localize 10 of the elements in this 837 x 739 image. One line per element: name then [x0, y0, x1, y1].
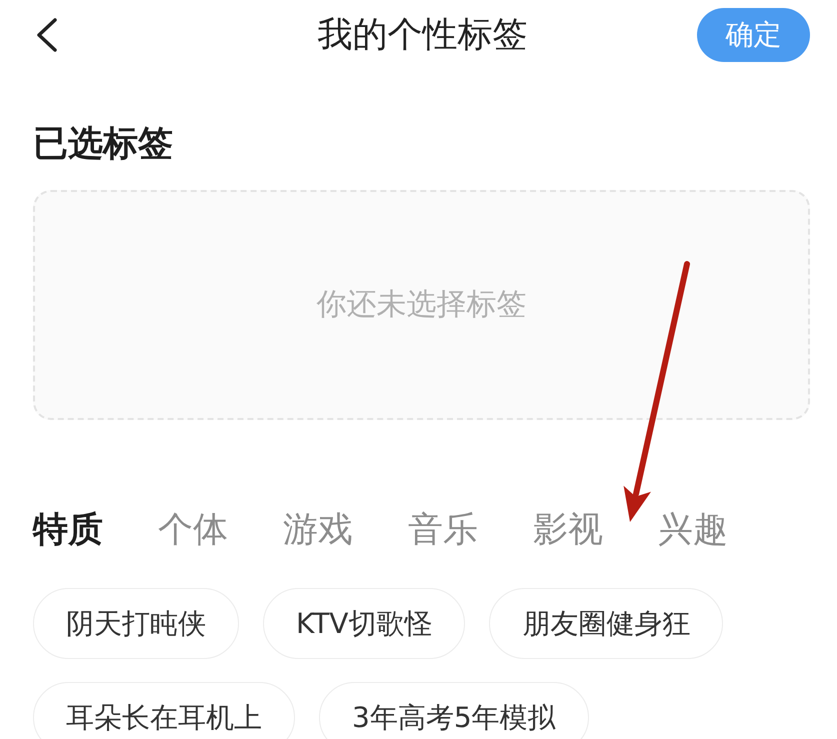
section-title: 已选标签 — [33, 124, 174, 164]
tag-chip[interactable]: 阴天打盹侠 — [33, 588, 239, 659]
tag-chip[interactable]: KTV切歌怪 — [263, 588, 466, 659]
tag-chip[interactable]: 朋友圈健身狂 — [489, 588, 724, 659]
category-tab[interactable]: 特质 — [33, 508, 103, 552]
back-icon[interactable] — [35, 18, 59, 52]
tag-chip[interactable]: 3年高考5年模拟 — [319, 682, 589, 739]
empty-hint: 你还未选择标签 — [316, 286, 526, 324]
page-title: 我的个性标签 — [318, 14, 528, 57]
tag-chip[interactable]: 耳朵长在耳机上 — [33, 682, 295, 739]
